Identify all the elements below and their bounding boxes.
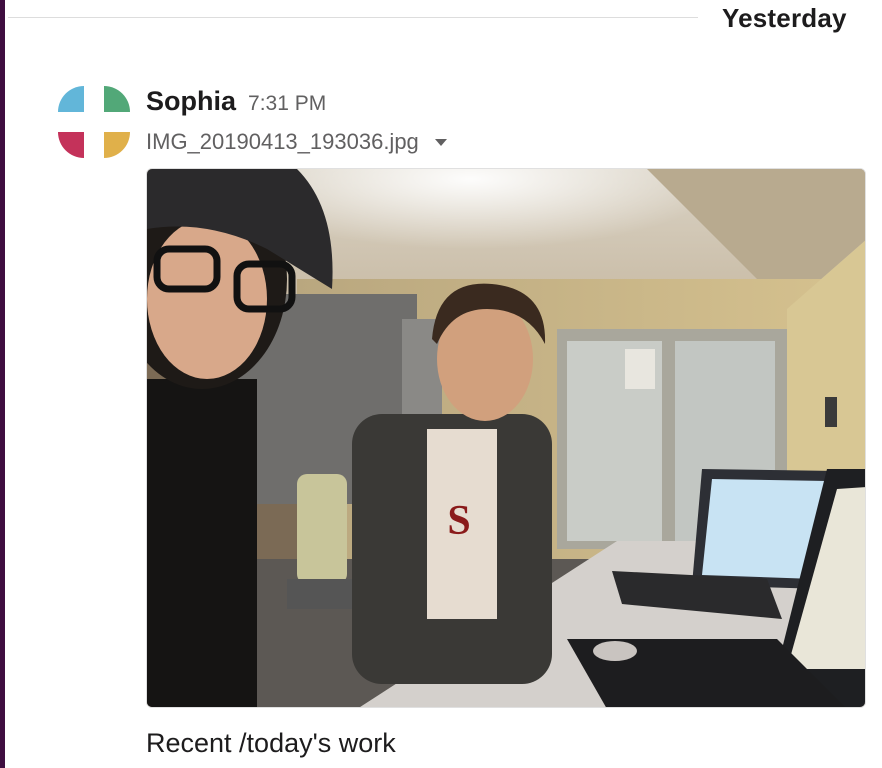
svg-text:S: S <box>447 498 470 544</box>
message-header: Sophia 7:31 PM <box>146 86 326 122</box>
image-attachment[interactable]: S <box>146 168 866 708</box>
message-text: Recent /today's work <box>146 728 396 758</box>
user-avatar[interactable] <box>58 86 130 158</box>
caret-down-icon[interactable] <box>434 138 447 146</box>
file-name[interactable]: IMG_20190413_193036.jpg <box>146 129 419 155</box>
sidebar-edge <box>0 0 5 768</box>
date-divider-label[interactable]: Yesterday <box>704 0 864 36</box>
author-name[interactable]: Sophia <box>146 86 236 117</box>
file-title-row: IMG_20190413_193036.jpg <box>146 126 447 158</box>
photo-content: S <box>147 169 865 707</box>
workspace-pinwheel-icon <box>58 86 130 158</box>
date-divider-line <box>8 17 698 18</box>
message-timestamp[interactable]: 7:31 PM <box>248 92 326 116</box>
